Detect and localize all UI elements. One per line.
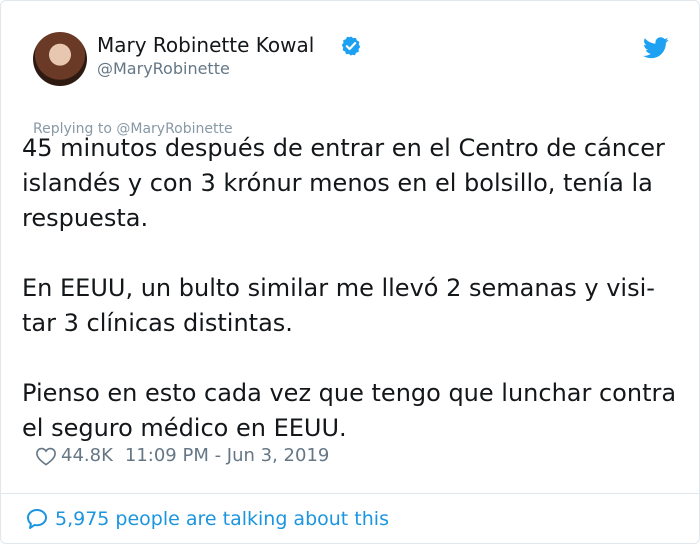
like-count[interactable]: 44.8K <box>61 445 113 466</box>
talking-about-link[interactable]: 5,975 people are talking about this <box>25 507 389 531</box>
tweet-meta: 44.8K 11:09 PM - Jun 3, 2019 <box>35 445 329 466</box>
heart-icon[interactable] <box>35 446 57 466</box>
divider <box>1 493 699 494</box>
verified-badge-icon <box>341 36 361 56</box>
avatar[interactable] <box>33 32 87 86</box>
author-handle[interactable]: @MaryRobinette <box>97 59 230 78</box>
twitter-bird-icon[interactable] <box>643 37 669 59</box>
tweet-text: 45 minutos después de entrar en el Centr… <box>22 134 677 442</box>
tweet-card: Mary Robinette Kowal @MaryRobinette Repl… <box>0 0 700 544</box>
tweet-timestamp[interactable]: 11:09 PM - Jun 3, 2019 <box>125 445 329 466</box>
author-name[interactable]: Mary Robinette Kowal <box>97 33 314 57</box>
talking-text[interactable]: 5,975 people are talking about this <box>55 508 389 530</box>
comment-bubble-icon <box>27 509 47 529</box>
